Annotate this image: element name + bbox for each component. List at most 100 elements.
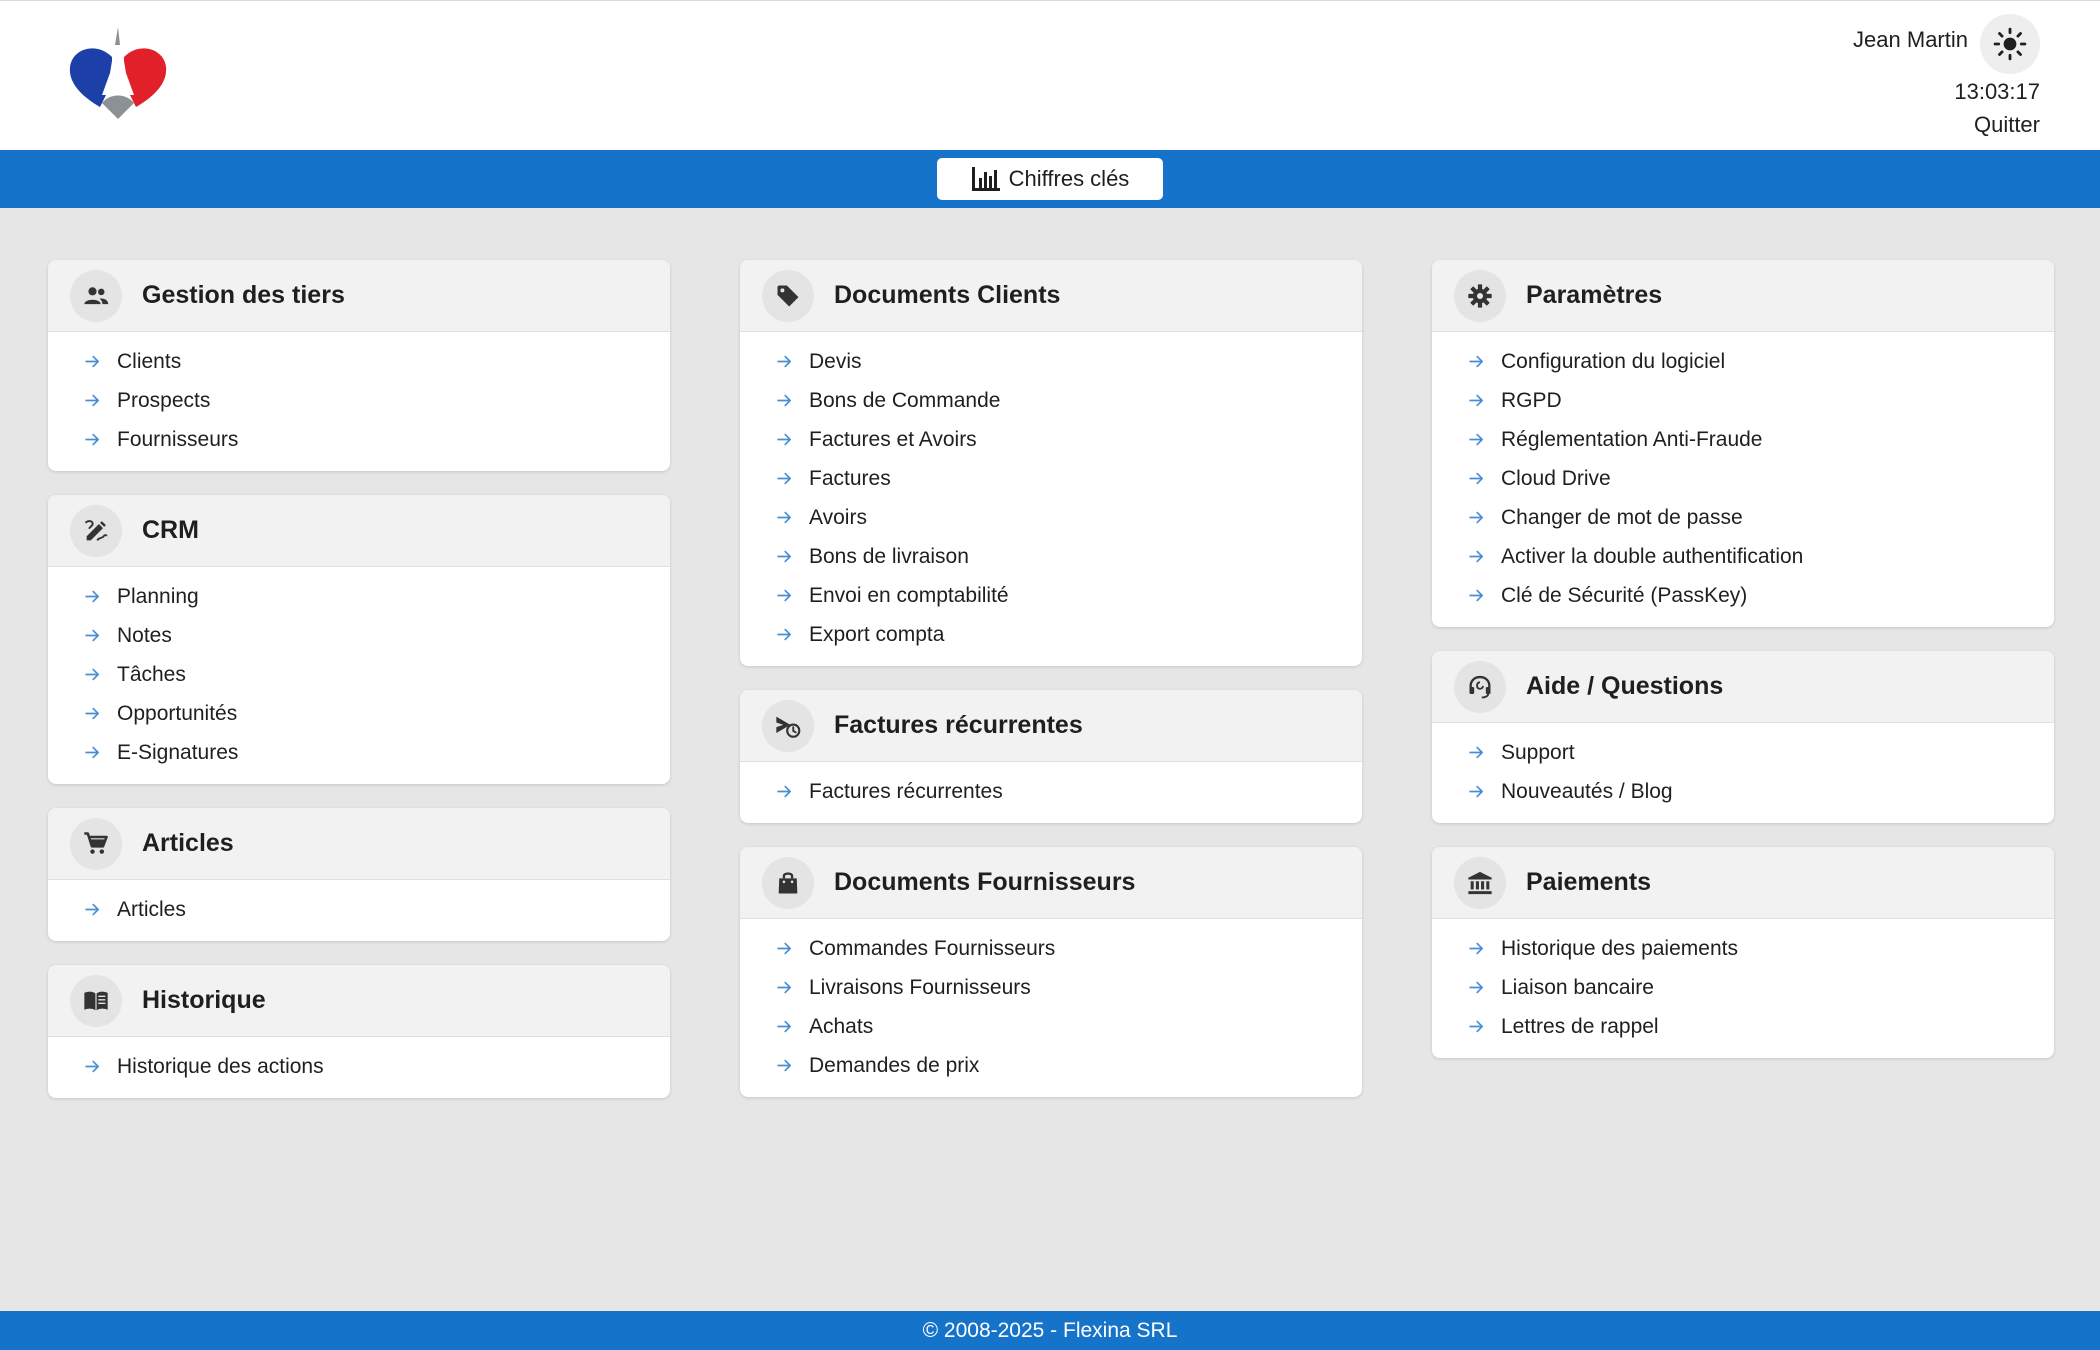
menu-item-label: Historique des paiements <box>1501 936 1738 960</box>
menu-item-achats[interactable]: Achats <box>740 1007 1362 1046</box>
menu-item-activer-la-double-authentification[interactable]: Activer la double authentification <box>1432 537 2054 576</box>
recurring-icon <box>762 699 814 752</box>
card-header: Gestion des tiers <box>48 260 670 332</box>
arrow-right-icon <box>777 433 792 446</box>
card-paiements: Paiements Historique des paiements Liaison… <box>1432 847 2054 1058</box>
menu-item-support[interactable]: Support <box>1432 733 2054 772</box>
arrow-right-icon <box>85 903 100 916</box>
card-parametres: Paramètres Configuration du logiciel RGPD R… <box>1432 260 2054 627</box>
arrow-right-icon <box>777 550 792 563</box>
menu-item-label: Bons de Commande <box>809 388 1001 412</box>
menu-item-envoi-en-comptabilite[interactable]: Envoi en comptabilité <box>740 576 1362 615</box>
card-title: Aide / Questions <box>1526 672 1724 700</box>
menu-item-planning[interactable]: Planning <box>48 577 670 616</box>
card-header: Aide / Questions <box>1432 651 2054 723</box>
menu-item-historique-des-actions[interactable]: Historique des actions <box>48 1047 670 1086</box>
menu-item-label: Factures et Avoirs <box>809 427 977 451</box>
menu-item-rgpd[interactable]: RGPD <box>1432 381 2054 420</box>
key-figures-button[interactable]: Chiffres clés <box>937 158 1163 200</box>
top-bar: Chiffres clés <box>0 150 2100 208</box>
card-historique: Historique Historique des actions <box>48 965 670 1098</box>
card-menu: Clients Prospects Fournisseurs <box>48 332 670 471</box>
menu-item-notes[interactable]: Notes <box>48 616 670 655</box>
menu-item-opportunites[interactable]: Opportunités <box>48 694 670 733</box>
menu-item-liaison-bancaire[interactable]: Liaison bancaire <box>1432 968 2054 1007</box>
menu-item-prospects[interactable]: Prospects <box>48 381 670 420</box>
sun-icon <box>1993 27 2027 61</box>
arrow-right-icon <box>85 355 100 368</box>
menu-item-factures-recurrentes[interactable]: Factures récurrentes <box>740 772 1362 811</box>
card-title: Paiements <box>1526 868 1652 896</box>
card-header: Articles <box>48 808 670 880</box>
menu-item-label: E-Signatures <box>117 740 239 764</box>
menu-item-historique-des-paiements[interactable]: Historique des paiements <box>1432 929 2054 968</box>
menu-item-lettres-de-rappel[interactable]: Lettres de rappel <box>1432 1007 2054 1046</box>
menu-item-avoirs[interactable]: Avoirs <box>740 498 1362 537</box>
menu-column-3: Paramètres Configuration du logiciel RGPD R… <box>1432 260 2054 1082</box>
clock: 13:03:17 <box>1954 79 2040 104</box>
menu-item-label: Articles <box>117 897 186 921</box>
menu-item-label: Livraisons Fournisseurs <box>809 975 1031 999</box>
key-figures-label: Chiffres clés <box>1008 166 1130 191</box>
menu-item-label: Lettres de rappel <box>1501 1014 1659 1038</box>
card-header: Documents Fournisseurs <box>740 847 1362 919</box>
arrow-right-icon <box>777 1020 792 1033</box>
card-title: Documents Fournisseurs <box>834 868 1136 896</box>
card-menu: Articles <box>48 880 670 941</box>
arrow-right-icon <box>777 394 792 407</box>
card-menu: Planning Notes Tâches Opportunités E-Signatu… <box>48 567 670 784</box>
menu-item-clients[interactable]: Clients <box>48 342 670 381</box>
menu-item-changer-de-mot-de-passe[interactable]: Changer de mot de passe <box>1432 498 2054 537</box>
menu-item-articles[interactable]: Articles <box>48 890 670 929</box>
card-title: Historique <box>142 986 266 1014</box>
menu-item-commandes-fournisseurs[interactable]: Commandes Fournisseurs <box>740 929 1362 968</box>
arrow-right-icon <box>1469 942 1484 955</box>
menu-item-label: Prospects <box>117 388 211 412</box>
menu-item-label: Clé de Sécurité (PassKey) <box>1501 583 1748 607</box>
card-header: Documents Clients <box>740 260 1362 332</box>
card-crm: CRM Planning Notes Tâches Opportunités E-Sign… <box>48 495 670 784</box>
card-menu: Factures récurrentes <box>740 762 1362 823</box>
edit-note-icon <box>70 504 122 557</box>
arrow-right-icon <box>1469 472 1484 485</box>
menu-item-bons-de-livraison[interactable]: Bons de livraison <box>740 537 1362 576</box>
card-title: Paramètres <box>1526 281 1663 309</box>
tag-icon <box>762 269 814 322</box>
book-icon <box>70 974 122 1027</box>
menu-item-cle-de-securite-passkey[interactable]: Clé de Sécurité (PassKey) <box>1432 576 2054 615</box>
menu-item-livraisons-fournisseurs[interactable]: Livraisons Fournisseurs <box>740 968 1362 1007</box>
arrow-right-icon <box>777 981 792 994</box>
menu-item-factures[interactable]: Factures <box>740 459 1362 498</box>
menu-item-label: Opportunités <box>117 701 238 725</box>
arrow-right-icon <box>85 707 100 720</box>
menu-item-label: Configuration du logiciel <box>1501 349 1726 373</box>
arrow-right-icon <box>1469 746 1484 759</box>
menu-item-demandes-de-prix[interactable]: Demandes de prix <box>740 1046 1362 1085</box>
card-menu: Historique des paiements Liaison bancaire… <box>1432 919 2054 1058</box>
menu-item-nouveautes-blog[interactable]: Nouveautés / Blog <box>1432 772 2054 811</box>
menu-item-reglementation-anti-fraude[interactable]: Réglementation Anti-Fraude <box>1432 420 2054 459</box>
card-title: Gestion des tiers <box>142 281 345 309</box>
card-menu: Devis Bons de Commande Factures et Avoirs F… <box>740 332 1362 666</box>
menu-item-configuration-du-logiciel[interactable]: Configuration du logiciel <box>1432 342 2054 381</box>
menu-item-fournisseurs[interactable]: Fournisseurs <box>48 420 670 459</box>
menu-item-export-compta[interactable]: Export compta <box>740 615 1362 654</box>
menu-item-label: Export compta <box>809 622 945 646</box>
gear-icon <box>1454 269 1506 322</box>
quit-link[interactable]: Quitter <box>1974 112 2040 138</box>
menu-item-e-signatures[interactable]: E-Signatures <box>48 733 670 772</box>
menu-item-label: Tâches <box>117 662 186 686</box>
theme-toggle-button[interactable] <box>1980 14 2040 74</box>
user-name[interactable]: Jean Martin <box>1853 27 1968 53</box>
arrow-right-icon <box>85 746 100 759</box>
menu-item-bons-de-commande[interactable]: Bons de Commande <box>740 381 1362 420</box>
menu-item-label: Factures <box>809 466 891 490</box>
menu-item-devis[interactable]: Devis <box>740 342 1362 381</box>
arrow-right-icon <box>1469 394 1484 407</box>
headset-icon <box>1454 660 1506 713</box>
menu-item-label: Fournisseurs <box>117 427 239 451</box>
footer-copyright: © 2008-2025 - Flexina SRL <box>922 1318 1178 1342</box>
menu-item-factures-et-avoirs[interactable]: Factures et Avoirs <box>740 420 1362 459</box>
menu-item-cloud-drive[interactable]: Cloud Drive <box>1432 459 2054 498</box>
menu-item-taches[interactable]: Tâches <box>48 655 670 694</box>
